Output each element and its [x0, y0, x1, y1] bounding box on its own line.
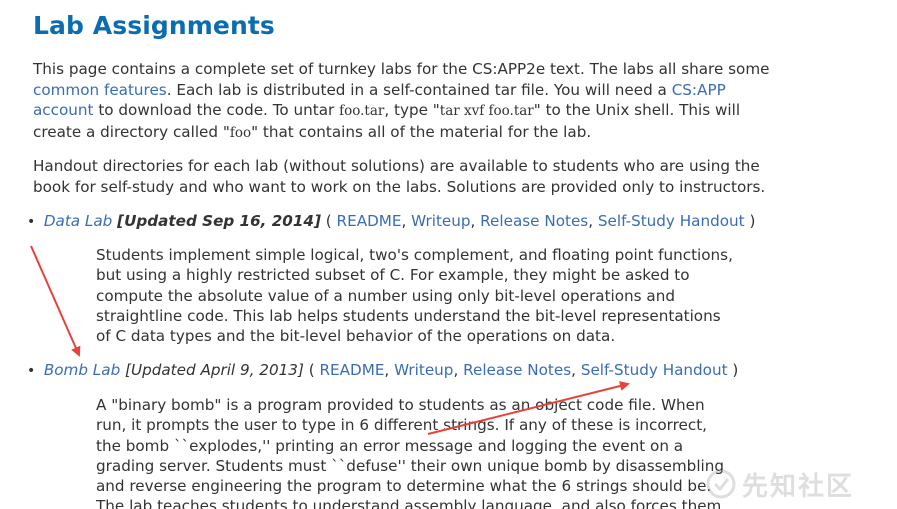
code-foo-tar: foo.tar [339, 103, 385, 119]
watermark-text: 先知社区 [742, 471, 855, 502]
page-title: Lab Assignments [33, 11, 275, 40]
data-lab-description: Students implement simple logical, two's… [96, 245, 756, 346]
description-line: but using a highly restricted subset of … [96, 266, 690, 285]
code-tar-command: tar xvf foo.tar [439, 103, 534, 119]
handout-line-2: book for self-study and who want to work… [33, 177, 766, 196]
data-lab-handout-link[interactable]: Self-Study Handout [598, 212, 745, 230]
watermark: 先知社区 [706, 466, 886, 502]
watermark-logo-icon [706, 469, 736, 499]
csapp-account-link-part1[interactable]: CS:APP [672, 81, 726, 99]
data-lab-updated: [Updated Sep 16, 2014] [117, 212, 321, 230]
bullet-icon: • [27, 214, 36, 230]
data-lab-readme-link[interactable]: README [337, 212, 402, 230]
bomb-lab-writeup-link[interactable]: Writeup [394, 361, 453, 379]
data-lab-release-notes-link[interactable]: Release Notes [480, 212, 588, 230]
bullet-icon: • [27, 363, 36, 379]
bomb-lab-updated: [Updated April 9, 2013] [125, 361, 304, 379]
description-line: Students implement simple logical, two's… [96, 246, 733, 264]
description-line: A "binary bomb" is a program provided to… [96, 396, 705, 414]
code-foo: foo [229, 124, 252, 141]
common-features-link[interactable]: common features [33, 81, 167, 99]
lab-item-bomb-lab: • Bomb Lab [Updated April 9, 2013] ( REA… [27, 361, 739, 379]
bomb-lab-release-notes-link[interactable]: Release Notes [463, 361, 571, 379]
bomb-lab-handout-link[interactable]: Self-Study Handout [581, 361, 728, 379]
data-lab-writeup-link[interactable]: Writeup [411, 212, 470, 230]
description-line: run, it prompts the user to type in 6 di… [96, 416, 708, 435]
bomb-lab-link[interactable]: Bomb Lab [44, 361, 120, 379]
handout-paragraph: Handout directories for each lab (withou… [33, 156, 813, 197]
description-line: The lab teaches students to understand a… [96, 497, 722, 509]
handout-line-1: Handout directories for each lab (withou… [33, 157, 760, 175]
data-lab-link[interactable]: Data Lab [44, 212, 113, 230]
bomb-lab-readme-link[interactable]: README [319, 361, 384, 379]
annotation-arrow-to-bomb-lab [30, 245, 81, 357]
description-line: straightline code. This lab helps studen… [96, 306, 721, 325]
bomb-lab-description: A "binary bomb" is a program provided to… [96, 395, 756, 509]
description-line: compute the absolute value of a number u… [96, 286, 675, 305]
description-line: and reverse engineering the program to d… [96, 477, 712, 496]
intro-paragraph: This page contains a complete set of tur… [33, 59, 813, 143]
intro-line-2: common features. Each lab is distributed… [33, 80, 726, 99]
csapp-account-link-part2[interactable]: account [33, 101, 94, 119]
lab-item-data-lab: • Data Lab [Updated Sep 16, 2014] ( READ… [27, 212, 756, 230]
description-line: the bomb ``explodes,'' printing an error… [96, 436, 684, 455]
description-line: grading server. Students must ``defuse''… [96, 456, 725, 475]
intro-line-4: create a directory called "foo" that con… [33, 122, 592, 141]
description-line: of C data types and the bit-level behavi… [96, 327, 616, 346]
intro-line-1: This page contains a complete set of tur… [33, 60, 770, 78]
intro-line-3: account to download the code. To untar f… [33, 101, 741, 119]
